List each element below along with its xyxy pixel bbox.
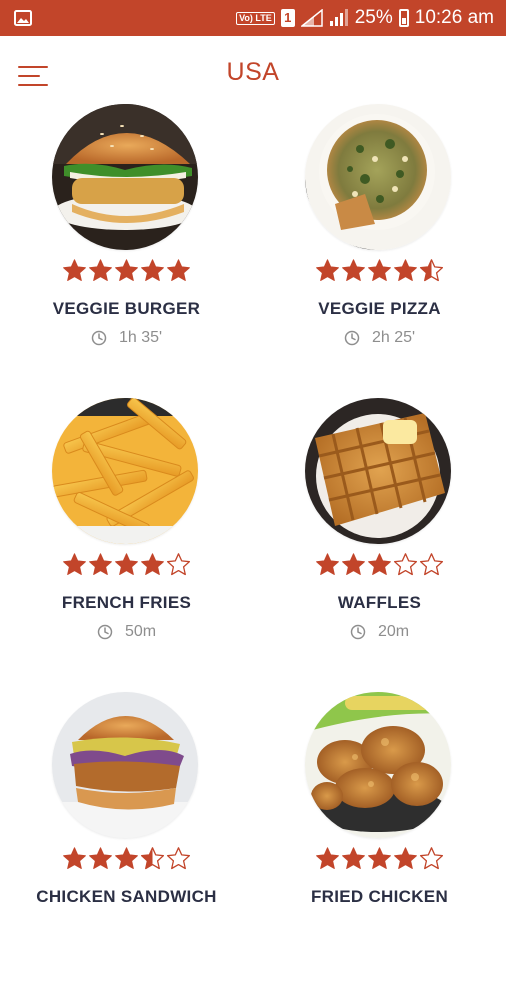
star-filled-icon [393, 258, 418, 283]
recipe-name: FRENCH FRIES [61, 593, 192, 612]
recipe-card[interactable]: FRIED CHICKEN [253, 692, 506, 982]
veggie-burger-photo[interactable] [52, 104, 198, 250]
app-bar: USA [0, 36, 506, 114]
recipe-card[interactable]: VEGGIE BURGER 1h 35' [0, 104, 253, 394]
clock-time: 10:26 am [414, 7, 494, 28]
waffles-photo[interactable] [305, 398, 451, 544]
recipe-name: VEGGIE BURGER [52, 299, 201, 318]
star-filled-icon [88, 552, 113, 577]
veggie-pizza-photo[interactable] [305, 104, 451, 250]
star-rating [253, 846, 506, 871]
recipe-time-value: 50m [124, 623, 157, 640]
star-filled-icon [315, 846, 340, 871]
star-filled-icon [140, 552, 165, 577]
star-empty-icon [393, 552, 418, 577]
recipe-time: 20m [253, 623, 506, 641]
status-left [14, 10, 32, 26]
page-title: USA [226, 58, 280, 86]
fried-chicken-photo[interactable] [305, 692, 451, 838]
star-empty-icon [166, 552, 191, 577]
star-filled-icon [114, 258, 139, 283]
star-filled-icon [341, 552, 366, 577]
recipe-time: 2h 25' [253, 329, 506, 347]
recipe-card[interactable]: WAFFLES 20m [253, 398, 506, 688]
star-filled-icon [88, 846, 113, 871]
star-half-icon [419, 258, 444, 283]
star-filled-icon [341, 846, 366, 871]
clock-icon [97, 624, 113, 640]
recipe-name: VEGGIE PIZZA [318, 299, 441, 318]
sim-icon: 1 [280, 9, 295, 27]
volte-icon: Vo) LTE [236, 11, 275, 25]
recipe-card[interactable]: FRENCH FRIES 50m [0, 398, 253, 688]
recipe-time-value: 2h 25' [371, 329, 416, 346]
recipe-card[interactable]: VEGGIE PIZZA 2h 25' [253, 104, 506, 394]
recipe-card[interactable]: CHICKEN SANDWICH [0, 692, 253, 982]
recipe-time-value: 1h 35' [118, 329, 163, 346]
star-half-icon [140, 846, 165, 871]
star-rating [253, 552, 506, 577]
star-rating [0, 258, 253, 283]
signal-icon [329, 9, 348, 26]
star-rating [0, 846, 253, 871]
recipe-name: CHICKEN SANDWICH [36, 887, 217, 906]
star-empty-icon [419, 552, 444, 577]
star-filled-icon [341, 258, 366, 283]
recipe-name: FRIED CHICKEN [310, 887, 449, 906]
star-filled-icon [62, 258, 87, 283]
recipe-name: WAFFLES [337, 593, 422, 612]
clock-icon [344, 330, 360, 346]
battery-icon [398, 9, 409, 27]
star-filled-icon [367, 258, 392, 283]
star-filled-icon [140, 258, 165, 283]
recipe-time-value: 20m [377, 623, 410, 640]
status-right: Vo) LTE 1 25% 10:26 am [236, 7, 494, 29]
chicken-sandwich-photo[interactable] [52, 692, 198, 838]
star-filled-icon [62, 846, 87, 871]
star-empty-icon [166, 846, 191, 871]
star-filled-icon [315, 552, 340, 577]
signal-icon [300, 9, 323, 27]
french-fries-photo[interactable] [52, 398, 198, 544]
star-rating [0, 552, 253, 577]
recipe-time: 1h 35' [0, 329, 253, 347]
star-filled-icon [315, 258, 340, 283]
status-bar: Vo) LTE 1 25% 10:26 am [0, 0, 506, 36]
battery-percent: 25% [354, 7, 393, 28]
gallery-icon [14, 10, 32, 26]
star-filled-icon [166, 258, 191, 283]
clock-icon [350, 624, 366, 640]
recipe-time: 50m [0, 623, 253, 641]
star-filled-icon [393, 846, 418, 871]
star-filled-icon [367, 846, 392, 871]
clock-icon [91, 330, 107, 346]
star-empty-icon [419, 846, 444, 871]
star-filled-icon [114, 552, 139, 577]
star-filled-icon [88, 258, 113, 283]
star-rating [253, 258, 506, 283]
star-filled-icon [114, 846, 139, 871]
star-filled-icon [367, 552, 392, 577]
star-filled-icon [62, 552, 87, 577]
